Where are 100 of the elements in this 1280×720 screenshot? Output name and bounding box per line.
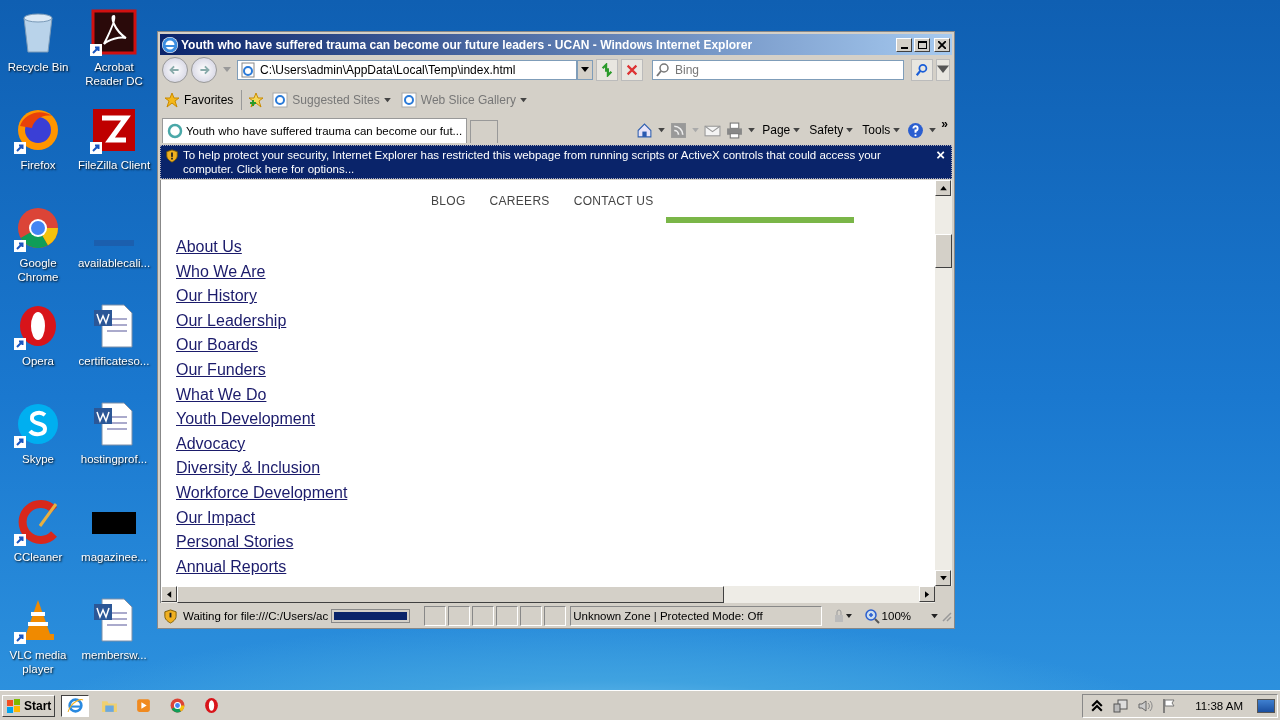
page-link[interactable]: Who We Are bbox=[176, 259, 266, 285]
horizontal-scrollbar[interactable] bbox=[161, 586, 935, 603]
icon-label: Acrobat Reader DC bbox=[84, 60, 144, 88]
icon-label: Skype bbox=[22, 452, 54, 466]
zoom-button[interactable]: 100% bbox=[861, 608, 913, 624]
status-pane bbox=[544, 606, 567, 626]
minimize-icon bbox=[900, 46, 908, 49]
search-field[interactable]: Bing bbox=[652, 60, 904, 80]
icon-label: magazinee... bbox=[81, 550, 147, 564]
star-icon bbox=[164, 92, 180, 108]
scroll-thumb[interactable] bbox=[177, 586, 724, 603]
down-arrow-icon bbox=[939, 575, 947, 581]
shield-icon bbox=[165, 149, 179, 163]
icon-label: VLC media player bbox=[8, 648, 68, 676]
scroll-thumb[interactable] bbox=[935, 234, 952, 268]
page-link[interactable]: Our Funders bbox=[176, 357, 266, 383]
icon-label: Firefox bbox=[20, 158, 56, 172]
ring-icon bbox=[202, 697, 220, 714]
status-pane bbox=[520, 606, 543, 626]
page-link[interactable]: Our Impact bbox=[176, 505, 256, 531]
caret-icon[interactable] bbox=[658, 127, 666, 133]
caret-icon[interactable] bbox=[929, 127, 937, 133]
dropdown-button[interactable] bbox=[577, 60, 593, 80]
page-link[interactable]: Advocacy bbox=[176, 431, 246, 457]
page-link[interactable]: Our Leadership bbox=[176, 308, 287, 334]
scroll-right-button[interactable] bbox=[919, 586, 935, 602]
stop-button[interactable] bbox=[621, 59, 643, 81]
caret-icon[interactable] bbox=[748, 127, 756, 133]
search-button[interactable] bbox=[911, 59, 933, 81]
flag-icon[interactable] bbox=[1161, 697, 1178, 714]
page-link[interactable]: Workforce Development bbox=[176, 480, 348, 506]
scroll-left-button[interactable] bbox=[161, 586, 177, 602]
maximize-button[interactable] bbox=[914, 37, 930, 52]
page-link[interactable]: Youth Development bbox=[176, 407, 316, 432]
page-link[interactable]: Diversity & Inclusion bbox=[176, 456, 321, 481]
shield-icon bbox=[163, 608, 178, 624]
browser-logo-icon bbox=[162, 36, 178, 53]
page-link[interactable]: About Us bbox=[176, 235, 242, 260]
browser-tab[interactable]: Youth who have suffered trauma can become our fut... bbox=[162, 118, 468, 143]
close-icon bbox=[625, 63, 639, 77]
caret-icon bbox=[846, 127, 854, 133]
caret-icon[interactable] bbox=[931, 613, 938, 619]
icon-label: availablecali... bbox=[77, 256, 151, 270]
icon-label: Recycle Bin bbox=[7, 60, 69, 74]
icon-label: certificateso... bbox=[78, 354, 150, 368]
command-menu[interactable]: Tools bbox=[860, 123, 903, 137]
scroll-up-button[interactable] bbox=[935, 180, 951, 196]
status-pane bbox=[424, 606, 447, 626]
clock[interactable]: 11:38 AM bbox=[1195, 699, 1243, 712]
left-arrow-icon bbox=[166, 590, 172, 598]
icon-label: membersw... bbox=[81, 648, 147, 662]
caret-icon bbox=[793, 127, 801, 133]
status-pane bbox=[496, 606, 519, 626]
start-button[interactable]: Start bbox=[2, 694, 56, 717]
icon-label: Opera bbox=[22, 354, 54, 368]
more-button[interactable]: » bbox=[941, 117, 948, 131]
page-link[interactable]: What We Do bbox=[176, 382, 267, 408]
vertical-scrollbar[interactable] bbox=[935, 180, 952, 586]
command-menu[interactable]: Safety bbox=[807, 123, 856, 137]
scroll-down-button[interactable] bbox=[935, 570, 951, 586]
play-icon bbox=[134, 697, 152, 714]
resize-grip-icon[interactable] bbox=[940, 610, 952, 622]
network-icon[interactable] bbox=[1113, 697, 1130, 714]
home-icon[interactable] bbox=[636, 121, 654, 139]
command-menu[interactable]: Page bbox=[760, 123, 803, 137]
zone-text: Unknown Zone | Protected Mode: Off bbox=[570, 606, 822, 626]
info-bar[interactable]: To help protect your security, Internet Explorer has restricted this webpage from running scripts or ActiveX controls that could access your computer. Click here for options... × bbox=[160, 145, 952, 179]
page-link[interactable]: Annual Reports bbox=[176, 554, 287, 580]
add-favorite-icon[interactable] bbox=[248, 92, 265, 108]
minimize-button[interactable] bbox=[896, 37, 912, 52]
zoom-icon bbox=[863, 608, 880, 624]
page-link[interactable]: Our Boards bbox=[176, 333, 258, 358]
page-link[interactable]: Our History bbox=[176, 284, 257, 309]
caret-icon bbox=[581, 67, 589, 73]
printer-icon[interactable] bbox=[726, 121, 744, 139]
nav-link[interactable]: CONTACT US bbox=[573, 194, 654, 208]
icon-label: Google Chrome bbox=[16, 256, 60, 284]
address-field[interactable]: C:\Users\admin\AppData\Local\Temp\index.html bbox=[237, 60, 577, 80]
right-arrow-icon bbox=[924, 590, 930, 598]
show-desktop-button[interactable] bbox=[1257, 698, 1275, 713]
window-title: Youth who have suffered trauma can become our future leaders - UCAN - Windows Internet Explorer bbox=[181, 37, 754, 52]
help-icon[interactable] bbox=[907, 121, 925, 139]
caret-icon bbox=[383, 97, 391, 103]
icon-label: FileZilla Client bbox=[77, 158, 151, 172]
browser-icon bbox=[66, 697, 84, 714]
icon-label: hostingprof... bbox=[80, 452, 148, 466]
page-link[interactable]: Personal Stories bbox=[176, 530, 294, 555]
favorites-button[interactable]: Favorites bbox=[162, 92, 236, 108]
windows-flag-icon bbox=[6, 697, 22, 714]
taskbar-app[interactable] bbox=[61, 694, 90, 717]
nav-link[interactable]: CAREERS bbox=[489, 194, 550, 208]
page-icon bbox=[400, 92, 417, 108]
close-button[interactable] bbox=[934, 37, 950, 52]
status-pane bbox=[448, 606, 471, 626]
circle-app-icon bbox=[168, 697, 186, 714]
nav-link[interactable]: BLOG bbox=[431, 194, 466, 208]
zigzag-app-icon[interactable] bbox=[90, 106, 138, 154]
pdf-app-icon[interactable] bbox=[90, 8, 138, 56]
close-button[interactable]: × bbox=[934, 148, 947, 162]
search-options-button[interactable] bbox=[936, 59, 950, 81]
